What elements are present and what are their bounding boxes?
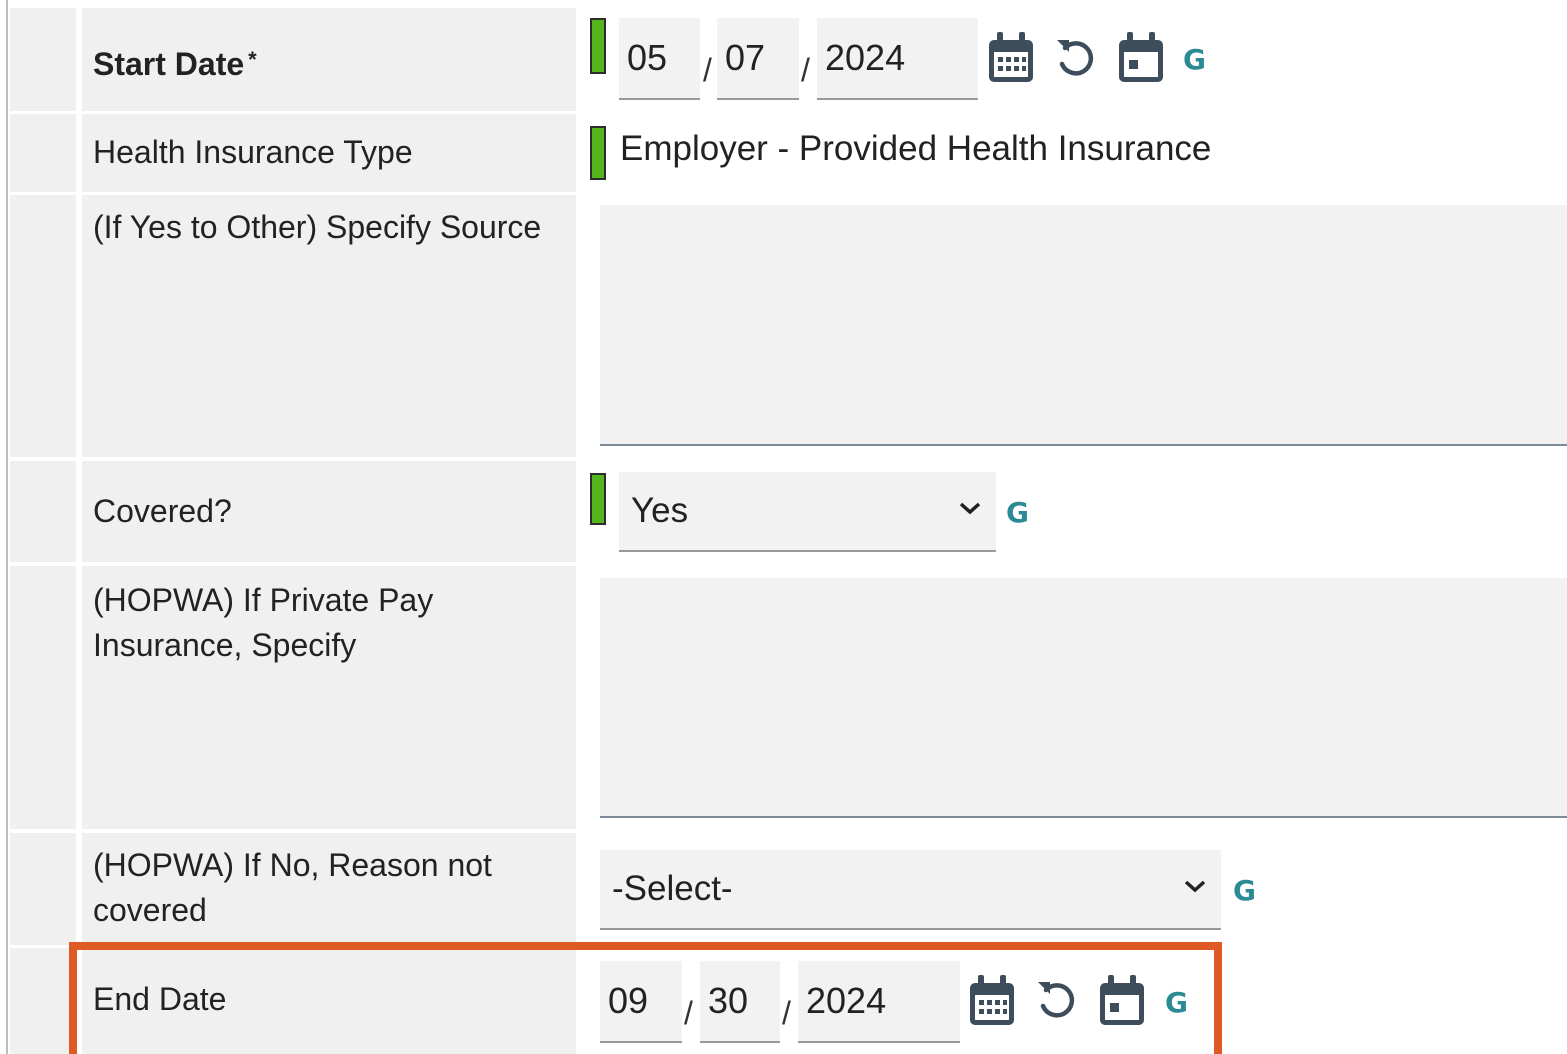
chevron-down-icon: [1184, 880, 1206, 893]
g-link[interactable]: G: [1183, 43, 1206, 76]
start-date-label-text: Start Date: [93, 46, 245, 82]
required-indicator: [590, 18, 606, 74]
hopwa-private-pay-textarea[interactable]: [600, 578, 1567, 818]
covered-row: Covered? Yes G: [10, 461, 1567, 562]
hopwa-private-pay-label-cell: (HOPWA) If Private Pay Insurance, Specif…: [82, 566, 576, 829]
row-gutter: [10, 8, 76, 111]
reset-icon[interactable]: [1036, 978, 1078, 1022]
start-date-label: Start Date *: [93, 37, 563, 87]
required-star: *: [248, 47, 257, 72]
health-insurance-type-row: Health Insurance Type Employer - Provide…: [10, 114, 1567, 192]
hopwa-reason-row: (HOPWA) If No, Reason not covered -Selec…: [10, 833, 1567, 945]
hopwa-reason-selected-value: -Select-: [612, 869, 733, 908]
required-indicator: [590, 473, 606, 525]
today-icon[interactable]: [1098, 973, 1146, 1029]
row-gutter: [10, 114, 76, 192]
row-gutter: [10, 461, 76, 562]
row-gutter: [10, 948, 76, 1054]
covered-label: Covered?: [93, 493, 232, 529]
hopwa-private-pay-row: (HOPWA) If Private Pay Insurance, Specif…: [10, 566, 1567, 829]
end-date-label: End Date: [93, 981, 227, 1017]
health-insurance-type-label-cell: Health Insurance Type: [82, 114, 576, 192]
date-separator: /: [703, 52, 712, 88]
date-separator: /: [801, 52, 810, 88]
end-date-month-input[interactable]: 09: [600, 961, 682, 1043]
start-date-label-cell: Start Date *: [82, 8, 576, 111]
date-separator: /: [782, 995, 791, 1031]
hopwa-reason-label: (HOPWA) If No, Reason not covered: [93, 847, 492, 928]
start-date-day-input[interactable]: 07: [717, 18, 799, 100]
start-date-year-input[interactable]: 2024: [817, 18, 978, 100]
calendar-icon[interactable]: [987, 30, 1035, 86]
start-date-month-input[interactable]: 05: [619, 18, 700, 100]
reset-icon[interactable]: [1055, 36, 1097, 80]
start-date-row: Start Date * 05 / 07 / 2024 G: [10, 8, 1567, 111]
form-left-border: [6, 0, 8, 1054]
other-source-textarea[interactable]: [600, 205, 1567, 446]
g-link[interactable]: G: [1006, 496, 1029, 529]
g-link[interactable]: G: [1165, 986, 1188, 1019]
health-insurance-type-label: Health Insurance Type: [93, 134, 413, 170]
row-gutter: [10, 195, 76, 457]
g-link[interactable]: G: [1233, 874, 1256, 907]
hopwa-reason-select[interactable]: -Select-: [600, 850, 1221, 930]
end-date-row: End Date 09 / 30 / 2024 G: [10, 948, 1567, 1054]
chevron-down-icon: [959, 502, 981, 515]
row-gutter: [10, 833, 76, 945]
other-source-row: (If Yes to Other) Specify Source: [10, 195, 1567, 457]
hopwa-private-pay-label: (HOPWA) If Private Pay Insurance, Specif…: [93, 582, 434, 663]
covered-select[interactable]: Yes: [619, 472, 996, 552]
end-date-label-cell: End Date: [82, 948, 576, 1054]
hopwa-reason-label-cell: (HOPWA) If No, Reason not covered: [82, 833, 576, 945]
other-source-label: (If Yes to Other) Specify Source: [93, 209, 542, 245]
end-date-day-input[interactable]: 30: [700, 961, 780, 1043]
today-icon[interactable]: [1117, 30, 1165, 86]
covered-label-cell: Covered?: [82, 461, 576, 562]
end-date-year-input[interactable]: 2024: [798, 961, 960, 1043]
calendar-icon[interactable]: [968, 973, 1016, 1029]
required-indicator: [590, 126, 606, 180]
health-insurance-type-value: Employer - Provided Health Insurance: [620, 129, 1212, 168]
covered-selected-value: Yes: [631, 491, 689, 530]
other-source-label-cell: (If Yes to Other) Specify Source: [82, 195, 576, 457]
row-gutter: [10, 566, 76, 829]
date-separator: /: [684, 995, 693, 1031]
